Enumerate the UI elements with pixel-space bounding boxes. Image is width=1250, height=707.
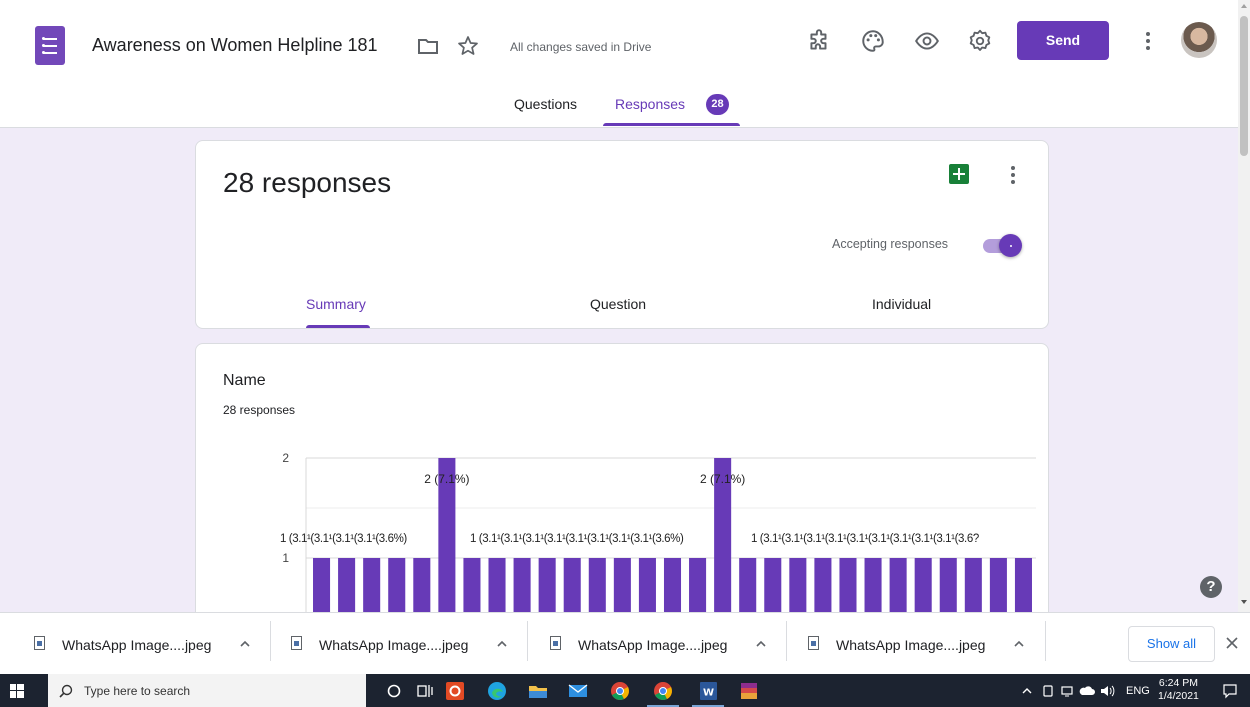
clock-date: 1/4/2021 bbox=[1158, 690, 1199, 702]
chevron-up-icon[interactable] bbox=[1012, 637, 1026, 651]
responses-count-badge: 28 bbox=[706, 94, 729, 115]
image-file-icon bbox=[34, 636, 45, 650]
save-status: All changes saved in Drive bbox=[510, 40, 652, 54]
scroll-up-arrow[interactable] bbox=[1241, 4, 1247, 8]
help-button[interactable]: ? bbox=[1200, 576, 1222, 598]
chrome-icon[interactable] bbox=[609, 680, 631, 702]
active-tab-indicator bbox=[603, 123, 740, 126]
folder-icon[interactable] bbox=[416, 34, 440, 58]
winrar-icon[interactable] bbox=[738, 680, 760, 702]
palette-icon[interactable] bbox=[860, 28, 886, 54]
download-item[interactable]: WhatsApp Image....jpeg bbox=[291, 627, 536, 663]
tab-responses[interactable]: Responses bbox=[615, 96, 685, 112]
edge-browser-icon[interactable] bbox=[486, 680, 508, 702]
chevron-up-icon[interactable] bbox=[754, 637, 768, 651]
task-view-icon[interactable] bbox=[414, 680, 436, 702]
accepting-responses-label: Accepting responses bbox=[832, 237, 949, 251]
data-label: 1 (3.1¹(3.1¹(3.1¹(3.1¹(3.1¹(3.1¹(3.1¹(3.… bbox=[470, 533, 684, 545]
mail-icon[interactable] bbox=[567, 680, 589, 702]
page-scrollbar[interactable] bbox=[1238, 0, 1250, 612]
onedrive-cloud-icon[interactable] bbox=[1079, 685, 1095, 697]
search-icon bbox=[59, 684, 73, 698]
image-file-icon bbox=[808, 636, 819, 650]
download-file-name: WhatsApp Image....jpeg bbox=[836, 637, 986, 653]
summary-tab-indicator bbox=[306, 325, 370, 328]
responses-total: 28 responses bbox=[223, 167, 392, 198]
image-file-icon bbox=[550, 636, 561, 650]
account-avatar[interactable] bbox=[1181, 22, 1217, 58]
preview-eye-icon[interactable] bbox=[914, 28, 940, 54]
image-file-icon bbox=[291, 636, 302, 650]
data-label: 2 (7.1%) bbox=[424, 472, 469, 486]
download-file-name: WhatsApp Image....jpeg bbox=[319, 637, 469, 653]
send-button[interactable]: Send bbox=[1017, 21, 1109, 60]
divider bbox=[270, 621, 271, 661]
responses-summary-card: 28 responses Accepting responses Summary… bbox=[195, 140, 1049, 329]
chevron-up-icon[interactable] bbox=[238, 637, 252, 651]
tray-overflow-chevron-icon[interactable] bbox=[1021, 685, 1033, 697]
cortana-icon[interactable] bbox=[383, 680, 405, 702]
tray-app-icon[interactable] bbox=[1041, 684, 1055, 698]
clock-time: 6:24 PM bbox=[1158, 677, 1198, 689]
scroll-down-arrow[interactable] bbox=[1241, 600, 1247, 604]
responses-menu-icon[interactable] bbox=[1001, 163, 1025, 187]
name-responses-bar-chart: 2 1 2 (7.1%) 2 (7.1%) 1 (3.1¹(3.1¹(3.1¹(3.1¹… bbox=[280, 451, 1036, 632]
y-tick-label: 1 bbox=[282, 551, 289, 565]
tab-question[interactable]: Question bbox=[590, 296, 646, 312]
tab-individual[interactable]: Individual bbox=[872, 296, 931, 312]
network-icon[interactable] bbox=[1060, 684, 1074, 698]
divider bbox=[786, 621, 787, 661]
taskbar-search-box[interactable]: Type here to search bbox=[48, 674, 366, 707]
svg-text:W: W bbox=[703, 688, 714, 699]
divider bbox=[527, 621, 528, 661]
download-file-name: WhatsApp Image....jpeg bbox=[578, 637, 728, 653]
office-app-icon[interactable] bbox=[444, 680, 466, 702]
download-file-name: WhatsApp Image....jpeg bbox=[62, 637, 212, 653]
volume-icon[interactable] bbox=[1099, 684, 1115, 698]
scroll-thumb[interactable] bbox=[1240, 16, 1248, 156]
chrome-profile-icon[interactable] bbox=[652, 680, 674, 702]
toggle-knob bbox=[999, 234, 1022, 257]
data-label: 2 (7.1%) bbox=[700, 472, 745, 486]
data-label: 1 (3.1¹(3.1¹(3.1¹(3.1¹(3.6%) bbox=[280, 533, 407, 545]
settings-gear-icon[interactable] bbox=[967, 28, 993, 54]
system-clock[interactable]: 6:24 PM 1/4/2021 bbox=[1158, 677, 1199, 703]
chevron-up-icon[interactable] bbox=[495, 637, 509, 651]
language-indicator[interactable]: ENG bbox=[1126, 685, 1150, 697]
divider bbox=[1045, 621, 1046, 661]
y-tick-label: 2 bbox=[282, 451, 289, 465]
download-bar: WhatsApp Image....jpeg WhatsApp Image...… bbox=[0, 612, 1250, 674]
tab-questions[interactable]: Questions bbox=[514, 96, 577, 112]
google-sheets-icon[interactable] bbox=[949, 164, 969, 184]
form-tabs: Questions Responses 28 bbox=[0, 90, 1238, 128]
show-all-downloads-button[interactable]: Show all bbox=[1128, 626, 1215, 662]
file-explorer-icon[interactable] bbox=[527, 680, 549, 702]
data-label: 1 (3.1¹(3.1¹(3.1¹(3.1¹(3.1¹(3.1¹(3.1¹(3.… bbox=[751, 533, 979, 545]
question-summary-card: Name 28 responses 212 (7.1%) 2 (7.1%) 1 (3… bbox=[195, 343, 1049, 633]
star-icon[interactable] bbox=[456, 34, 480, 58]
search-placeholder: Type here to search bbox=[84, 684, 191, 698]
windows-taskbar: Type here to search W ENG 6:24 PM 1/4/20… bbox=[0, 674, 1250, 707]
addons-icon[interactable] bbox=[806, 28, 832, 54]
document-title[interactable]: Awareness on Women Helpline 181 bbox=[92, 35, 378, 56]
word-icon[interactable]: W bbox=[697, 680, 719, 702]
more-options-icon[interactable] bbox=[1136, 29, 1160, 53]
download-item[interactable]: WhatsApp Image....jpeg bbox=[34, 627, 279, 663]
close-icon[interactable] bbox=[1224, 635, 1240, 651]
form-header: Awareness on Women Helpline 181 All chan… bbox=[0, 0, 1238, 128]
download-item[interactable]: WhatsApp Image....jpeg bbox=[808, 627, 1053, 663]
accepting-responses-toggle[interactable] bbox=[981, 234, 1023, 257]
download-item[interactable]: WhatsApp Image....jpeg bbox=[550, 627, 795, 663]
google-forms-logo[interactable] bbox=[35, 26, 65, 65]
windows-start-icon[interactable] bbox=[10, 684, 24, 698]
tab-summary[interactable]: Summary bbox=[306, 296, 366, 312]
notification-center-icon[interactable] bbox=[1222, 683, 1238, 699]
